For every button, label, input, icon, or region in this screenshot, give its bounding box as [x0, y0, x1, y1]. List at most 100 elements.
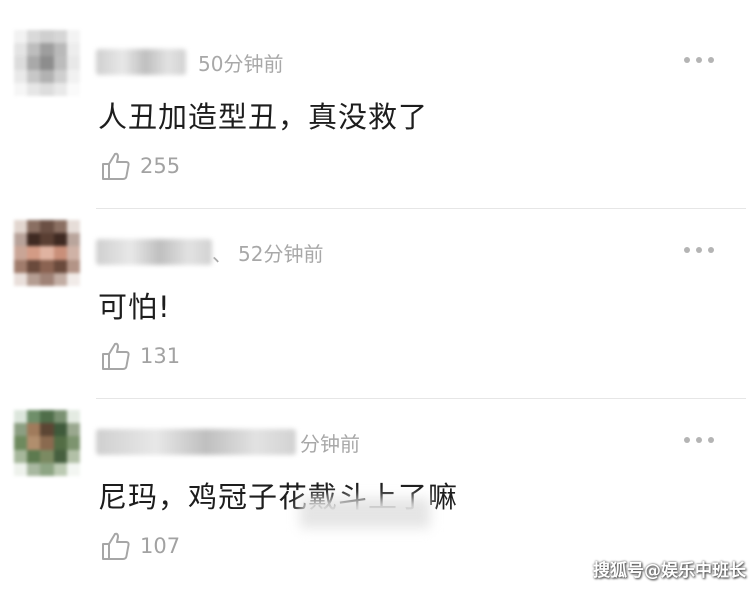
avatar-pixel	[40, 233, 54, 247]
avatar-pixel	[40, 449, 54, 463]
avatar-pixel	[14, 449, 28, 463]
avatar-pixel	[14, 436, 28, 450]
comment-item: 、 52分钟前 可怕! 131	[0, 210, 752, 400]
avatar-pixel	[66, 56, 80, 70]
avatar-pixel	[14, 30, 28, 44]
like-button[interactable]: 255	[100, 150, 180, 182]
avatar-pixel	[66, 449, 80, 463]
avatar-pixel	[53, 449, 67, 463]
comment-time: 52分钟前	[238, 241, 324, 266]
more-dot	[708, 437, 714, 443]
avatar-pixel	[66, 462, 80, 476]
avatar-pixel	[14, 272, 28, 286]
avatar-pixel	[66, 436, 80, 450]
thumbs-up-icon	[102, 342, 130, 370]
avatar-pixel	[66, 69, 80, 83]
avatar-pixel	[14, 259, 28, 273]
avatar-pixel	[53, 43, 67, 57]
avatar-pixel	[66, 410, 80, 424]
avatar-pixel	[27, 56, 41, 70]
avatar[interactable]	[14, 220, 80, 286]
avatar-pixel	[27, 462, 41, 476]
avatar-pixel	[40, 410, 54, 424]
author-name-blurred[interactable]	[96, 239, 212, 265]
avatar-pixel	[14, 246, 28, 260]
avatar-pixel	[53, 410, 67, 424]
avatar[interactable]	[14, 30, 80, 96]
avatar-pixel	[53, 56, 67, 70]
avatar-pixel	[53, 30, 67, 44]
avatar-pixel	[27, 272, 41, 286]
avatar-pixel	[27, 69, 41, 83]
watermark: 搜狐号@娱乐中班长	[593, 561, 746, 581]
avatar-pixel	[40, 43, 54, 57]
avatar-pixel	[40, 272, 54, 286]
comment-author: 分钟前	[96, 426, 360, 458]
avatar-pixel	[27, 449, 41, 463]
more-options-button[interactable]	[684, 246, 714, 254]
more-options-button[interactable]	[684, 436, 714, 444]
like-button[interactable]: 107	[100, 530, 180, 562]
avatar-pixel	[66, 272, 80, 286]
avatar-pixel	[66, 259, 80, 273]
avatar-pixel	[14, 69, 28, 83]
avatar-pixel	[66, 233, 80, 247]
comment-text: 可怕!	[98, 290, 171, 324]
avatar-pixel	[14, 410, 28, 424]
like-count: 255	[140, 154, 181, 178]
avatar-pixel	[40, 69, 54, 83]
author-name-suffix: 、	[212, 241, 232, 266]
avatar-pixel	[40, 82, 54, 96]
comment-author: 50分钟前	[96, 46, 283, 78]
author-name-blurred[interactable]	[96, 49, 186, 75]
more-dot	[696, 247, 702, 253]
avatar-pixel	[14, 462, 28, 476]
divider	[96, 398, 746, 399]
more-dots-icon	[684, 57, 690, 63]
avatar-pixel	[53, 246, 67, 260]
like-count: 107	[140, 534, 181, 558]
avatar-pixel	[14, 423, 28, 437]
more-dot	[696, 57, 702, 63]
more-options-button[interactable]	[684, 56, 714, 64]
avatar-pixel	[27, 410, 41, 424]
avatar-pixel	[40, 436, 54, 450]
avatar-pixel	[40, 56, 54, 70]
avatar-pixel	[53, 462, 67, 476]
more-dots-icon	[684, 247, 690, 253]
comment-author: 、 52分钟前	[96, 236, 323, 268]
avatar-pixel	[40, 246, 54, 260]
avatar-pixel	[53, 69, 67, 83]
avatar-pixel	[40, 462, 54, 476]
avatar-pixel	[27, 436, 41, 450]
avatar-pixel	[27, 82, 41, 96]
avatar-pixel	[27, 220, 41, 234]
avatar-pixel	[53, 259, 67, 273]
avatar[interactable]	[14, 410, 80, 476]
avatar-pixel	[66, 220, 80, 234]
comment-text: 人丑加造型丑，真没救了	[98, 100, 429, 134]
avatar-pixel	[53, 233, 67, 247]
avatar-pixel	[66, 43, 80, 57]
thumbs-up-icon	[102, 152, 130, 180]
avatar-pixel	[40, 220, 54, 234]
avatar-pixel	[53, 82, 67, 96]
avatar-pixel	[66, 82, 80, 96]
divider	[96, 208, 746, 209]
more-dot	[708, 57, 714, 63]
like-button[interactable]: 131	[100, 340, 180, 372]
avatar-pixel	[14, 82, 28, 96]
avatar-pixel	[27, 246, 41, 260]
more-dot	[696, 437, 702, 443]
avatar-pixel	[40, 30, 54, 44]
thumbs-up-icon	[102, 532, 130, 560]
like-count: 131	[140, 344, 181, 368]
avatar-pixel	[27, 233, 41, 247]
avatar-pixel	[14, 43, 28, 57]
avatar-pixel	[14, 56, 28, 70]
avatar-pixel	[27, 259, 41, 273]
comment-time: 50分钟前	[198, 51, 284, 76]
author-name-blurred[interactable]	[96, 429, 296, 455]
avatar-pixel	[53, 220, 67, 234]
avatar-pixel	[53, 423, 67, 437]
